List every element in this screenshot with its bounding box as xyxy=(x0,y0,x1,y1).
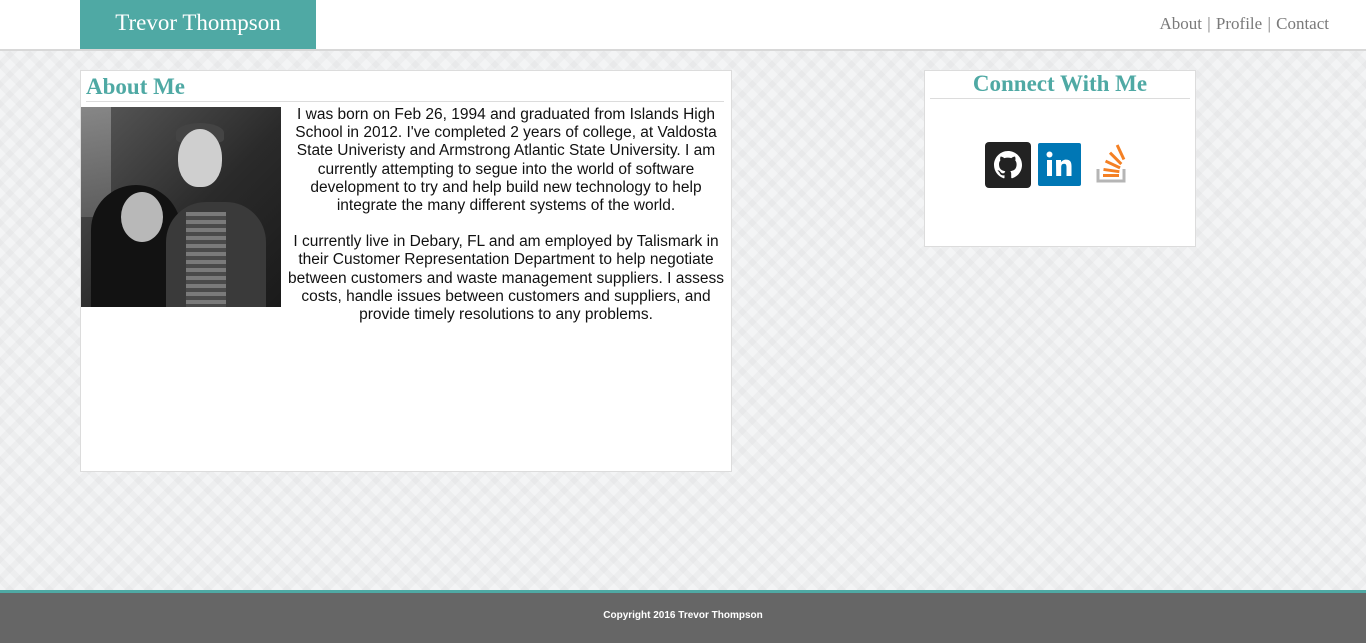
linkedin-icon[interactable] xyxy=(1038,143,1081,186)
about-paragraph-1: I was born on Feb 26, 1994 and graduated… xyxy=(295,106,717,215)
profile-photo xyxy=(81,107,281,307)
footer-copyright: Copyright 2016 Trevor Thompson xyxy=(603,610,763,621)
about-text: I was born on Feb 26, 1994 and graduated… xyxy=(281,106,731,342)
social-icons xyxy=(985,142,1134,188)
site-header: Trevor Thompson About | Profile | Contac… xyxy=(0,0,1366,51)
nav-about-link[interactable]: About xyxy=(1160,14,1203,33)
about-panel: About Me I was born on Feb 26, 1994 and … xyxy=(80,70,732,472)
connect-title: Connect With Me xyxy=(930,71,1190,99)
nav-separator: | xyxy=(1267,14,1271,33)
site-footer: Copyright 2016 Trevor Thompson xyxy=(0,590,1366,643)
brand-logo-link[interactable]: Trevor Thompson xyxy=(80,0,316,49)
connect-panel: Connect With Me xyxy=(924,70,1196,247)
main-nav: About | Profile | Contact xyxy=(1160,14,1329,34)
about-title: About Me xyxy=(86,74,724,102)
nav-profile-link[interactable]: Profile xyxy=(1216,14,1262,33)
github-icon[interactable] xyxy=(985,142,1031,188)
nav-separator: | xyxy=(1207,14,1211,33)
about-paragraph-2: I currently live in Debary, FL and am em… xyxy=(288,233,724,324)
nav-contact-link[interactable]: Contact xyxy=(1276,14,1329,33)
stackoverflow-icon[interactable] xyxy=(1088,142,1134,188)
